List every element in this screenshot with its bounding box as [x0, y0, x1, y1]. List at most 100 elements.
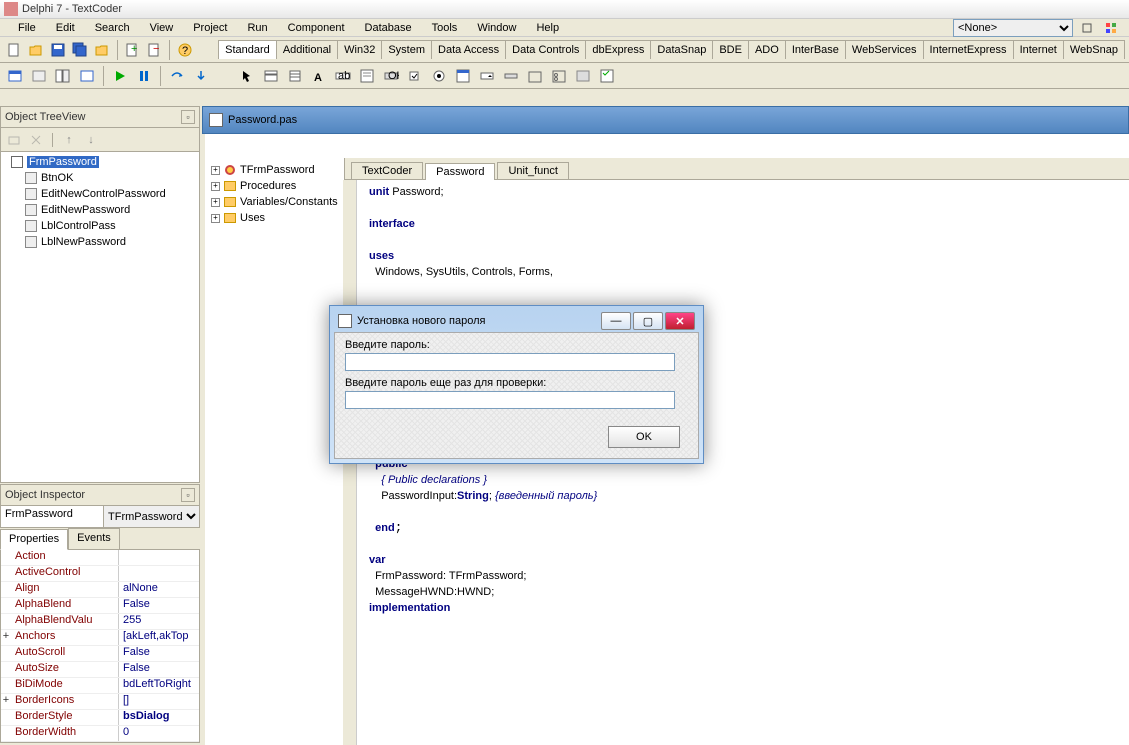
menu-search[interactable]: Search	[85, 20, 140, 36]
menu-window[interactable]: Window	[467, 20, 526, 36]
tree-item[interactable]: LblControlPass	[3, 218, 197, 234]
comp-pointer[interactable]	[236, 65, 258, 87]
inspector-row[interactable]: BiDiModebdLeftToRight	[1, 678, 199, 694]
property-value[interactable]: 0	[119, 726, 199, 741]
palette-tab-internetexpress[interactable]: InternetExpress	[923, 40, 1014, 59]
expand-icon[interactable]: +	[1, 694, 11, 709]
expand-icon[interactable]: +	[211, 182, 220, 191]
palette-tab-webservices[interactable]: WebServices	[845, 40, 924, 59]
config-btn-1[interactable]	[1077, 19, 1097, 37]
property-value[interactable]	[119, 550, 199, 565]
view-unit-btn[interactable]	[4, 65, 26, 87]
expand-icon[interactable]	[1, 678, 11, 693]
editor-tab-active[interactable]: Password	[425, 163, 495, 180]
property-value[interactable]	[119, 566, 199, 581]
comp-label[interactable]: A	[308, 65, 330, 87]
menu-help[interactable]: Help	[526, 20, 569, 36]
comp-radio[interactable]	[428, 65, 450, 87]
run-btn[interactable]	[109, 65, 131, 87]
saveall-btn[interactable]	[70, 39, 90, 61]
expand-icon[interactable]	[1, 614, 11, 629]
comp-checkbox[interactable]	[404, 65, 426, 87]
palette-tab-additional[interactable]: Additional	[276, 40, 338, 59]
expand-icon[interactable]	[1, 710, 11, 725]
tree-btn-2[interactable]	[27, 131, 45, 149]
palette-tab-interbase[interactable]: InterBase	[785, 40, 846, 59]
add-file-btn[interactable]: +	[123, 39, 143, 61]
tree-up-btn[interactable]: ↑	[60, 131, 78, 149]
tree-item[interactable]: EditNewPassword	[3, 202, 197, 218]
menu-edit[interactable]: Edit	[46, 20, 85, 36]
expand-icon[interactable]: +	[1, 630, 11, 645]
inspector-row[interactable]: AlignalNone	[1, 582, 199, 598]
expand-icon[interactable]: +	[211, 214, 220, 223]
editor-tab[interactable]: TextCoder	[351, 162, 423, 179]
dialog-ok-button[interactable]: OK	[608, 426, 680, 448]
pause-btn[interactable]	[133, 65, 155, 87]
view-form-btn[interactable]	[28, 65, 50, 87]
menu-tools[interactable]: Tools	[422, 20, 468, 36]
inspector-row[interactable]: +Anchors[akLeft,akTop	[1, 630, 199, 646]
password-input-1[interactable]	[345, 353, 675, 371]
inspector-grid[interactable]: ActionActiveControlAlignalNone AlphaBlend…	[0, 550, 200, 743]
palette-tab-internet[interactable]: Internet	[1013, 40, 1064, 59]
inspector-row[interactable]: AlphaBlendValu255	[1, 614, 199, 630]
expand-icon[interactable]	[1, 582, 11, 597]
inspector-row[interactable]: BorderWidth0	[1, 726, 199, 742]
config-btn-2[interactable]	[1101, 19, 1121, 37]
property-value[interactable]: 255	[119, 614, 199, 629]
comp-popupmenu[interactable]	[284, 65, 306, 87]
property-value[interactable]: bsDialog	[119, 710, 199, 725]
tree-item[interactable]: BtnOK	[3, 170, 197, 186]
comp-combobox[interactable]	[476, 65, 498, 87]
open-proj-btn[interactable]	[92, 39, 112, 61]
property-value[interactable]: alNone	[119, 582, 199, 597]
expand-icon[interactable]	[1, 726, 11, 741]
tree-btn-1[interactable]	[5, 131, 23, 149]
expand-icon[interactable]: +	[211, 198, 220, 207]
inspector-row[interactable]: Action	[1, 550, 199, 566]
inspector-class-combo[interactable]: TFrmPassword	[104, 506, 199, 527]
expand-icon[interactable]	[1, 566, 11, 581]
comp-panel[interactable]	[572, 65, 594, 87]
new-btn[interactable]	[4, 39, 24, 61]
config-combo[interactable]: <None>	[953, 19, 1073, 37]
property-value[interactable]: [akLeft,akTop	[119, 630, 199, 645]
inspector-row[interactable]: +BorderIcons[]	[1, 694, 199, 710]
property-value[interactable]: bdLeftToRight	[119, 678, 199, 693]
palette-tab-standard[interactable]: Standard	[218, 40, 277, 59]
palette-tab-datasnap[interactable]: DataSnap	[650, 40, 713, 59]
expand-icon[interactable]	[1, 646, 11, 661]
inspector-row[interactable]: ActiveControl	[1, 566, 199, 582]
stepinto-btn[interactable]	[190, 65, 212, 87]
inspector-tab-events[interactable]: Events	[68, 528, 120, 549]
palette-tab-system[interactable]: System	[381, 40, 432, 59]
struct-item[interactable]: +Procedures	[209, 178, 340, 194]
help-btn[interactable]: ?	[175, 39, 195, 61]
property-value[interactable]: False	[119, 598, 199, 613]
comp-scrollbar[interactable]	[500, 65, 522, 87]
menu-view[interactable]: View	[140, 20, 184, 36]
stepover-btn[interactable]	[166, 65, 188, 87]
toggle-btn[interactable]	[52, 65, 74, 87]
tree-item[interactable]: EditNewControlPassword	[3, 186, 197, 202]
tree-root[interactable]: FrmPassword	[3, 154, 197, 170]
dialog-close-btn[interactable]: ✕	[665, 312, 695, 330]
treeview-close-btn[interactable]: ▫	[181, 110, 195, 124]
menu-component[interactable]: Component	[278, 20, 355, 36]
struct-item[interactable]: +Variables/Constants	[209, 194, 340, 210]
menu-file[interactable]: File	[8, 20, 46, 36]
inspector-object-selector[interactable]: FrmPassword TFrmPassword	[0, 506, 200, 528]
comp-radiogroup[interactable]	[548, 65, 570, 87]
property-value[interactable]: []	[119, 694, 199, 709]
expand-icon[interactable]	[1, 550, 11, 565]
password-input-2[interactable]	[345, 391, 675, 409]
remove-file-btn[interactable]: −	[144, 39, 164, 61]
open-btn[interactable]	[26, 39, 46, 61]
inspector-close-btn[interactable]: ▫	[181, 488, 195, 502]
comp-actionlist[interactable]	[596, 65, 618, 87]
new-form-btn[interactable]	[76, 65, 98, 87]
comp-groupbox[interactable]	[524, 65, 546, 87]
comp-memo[interactable]	[356, 65, 378, 87]
menu-run[interactable]: Run	[237, 20, 277, 36]
